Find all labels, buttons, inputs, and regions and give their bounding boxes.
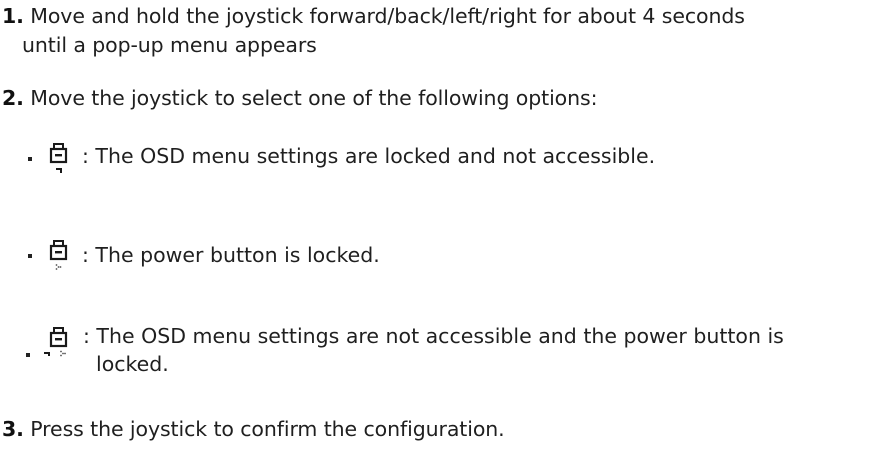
step-number: 1. (2, 4, 24, 28)
osd-power-lock-icon (44, 327, 68, 357)
option-text: : The OSD menu settings are not accessib… (83, 322, 784, 378)
osd-lock-icon (49, 143, 68, 173)
step-text: Move and hold the joystick forward/back/… (30, 4, 745, 28)
step-text-continued: until a pop-up menu appears (22, 33, 317, 57)
step-text: Move the joystick to select one of the f… (30, 86, 598, 110)
power-lock-icon (49, 240, 68, 270)
step-3: 3. Press the joystick to confirm the con… (2, 415, 505, 444)
step-number: 2. (2, 86, 24, 110)
option-text-line2: locked. (96, 352, 169, 376)
bullet (28, 157, 32, 161)
option-text-line1: : The OSD menu settings are not accessib… (83, 324, 784, 348)
step-1: 1. Move and hold the joystick forward/ba… (2, 2, 745, 60)
step-2: 2. Move the joystick to select one of th… (2, 84, 597, 113)
option-text: : The power button is locked. (82, 243, 380, 267)
step-text: Press the joystick to confirm the config… (30, 417, 505, 441)
bullet (26, 353, 30, 357)
step-number: 3. (2, 417, 24, 441)
option-text: : The OSD menu settings are locked and n… (82, 144, 656, 168)
bullet (28, 254, 32, 258)
